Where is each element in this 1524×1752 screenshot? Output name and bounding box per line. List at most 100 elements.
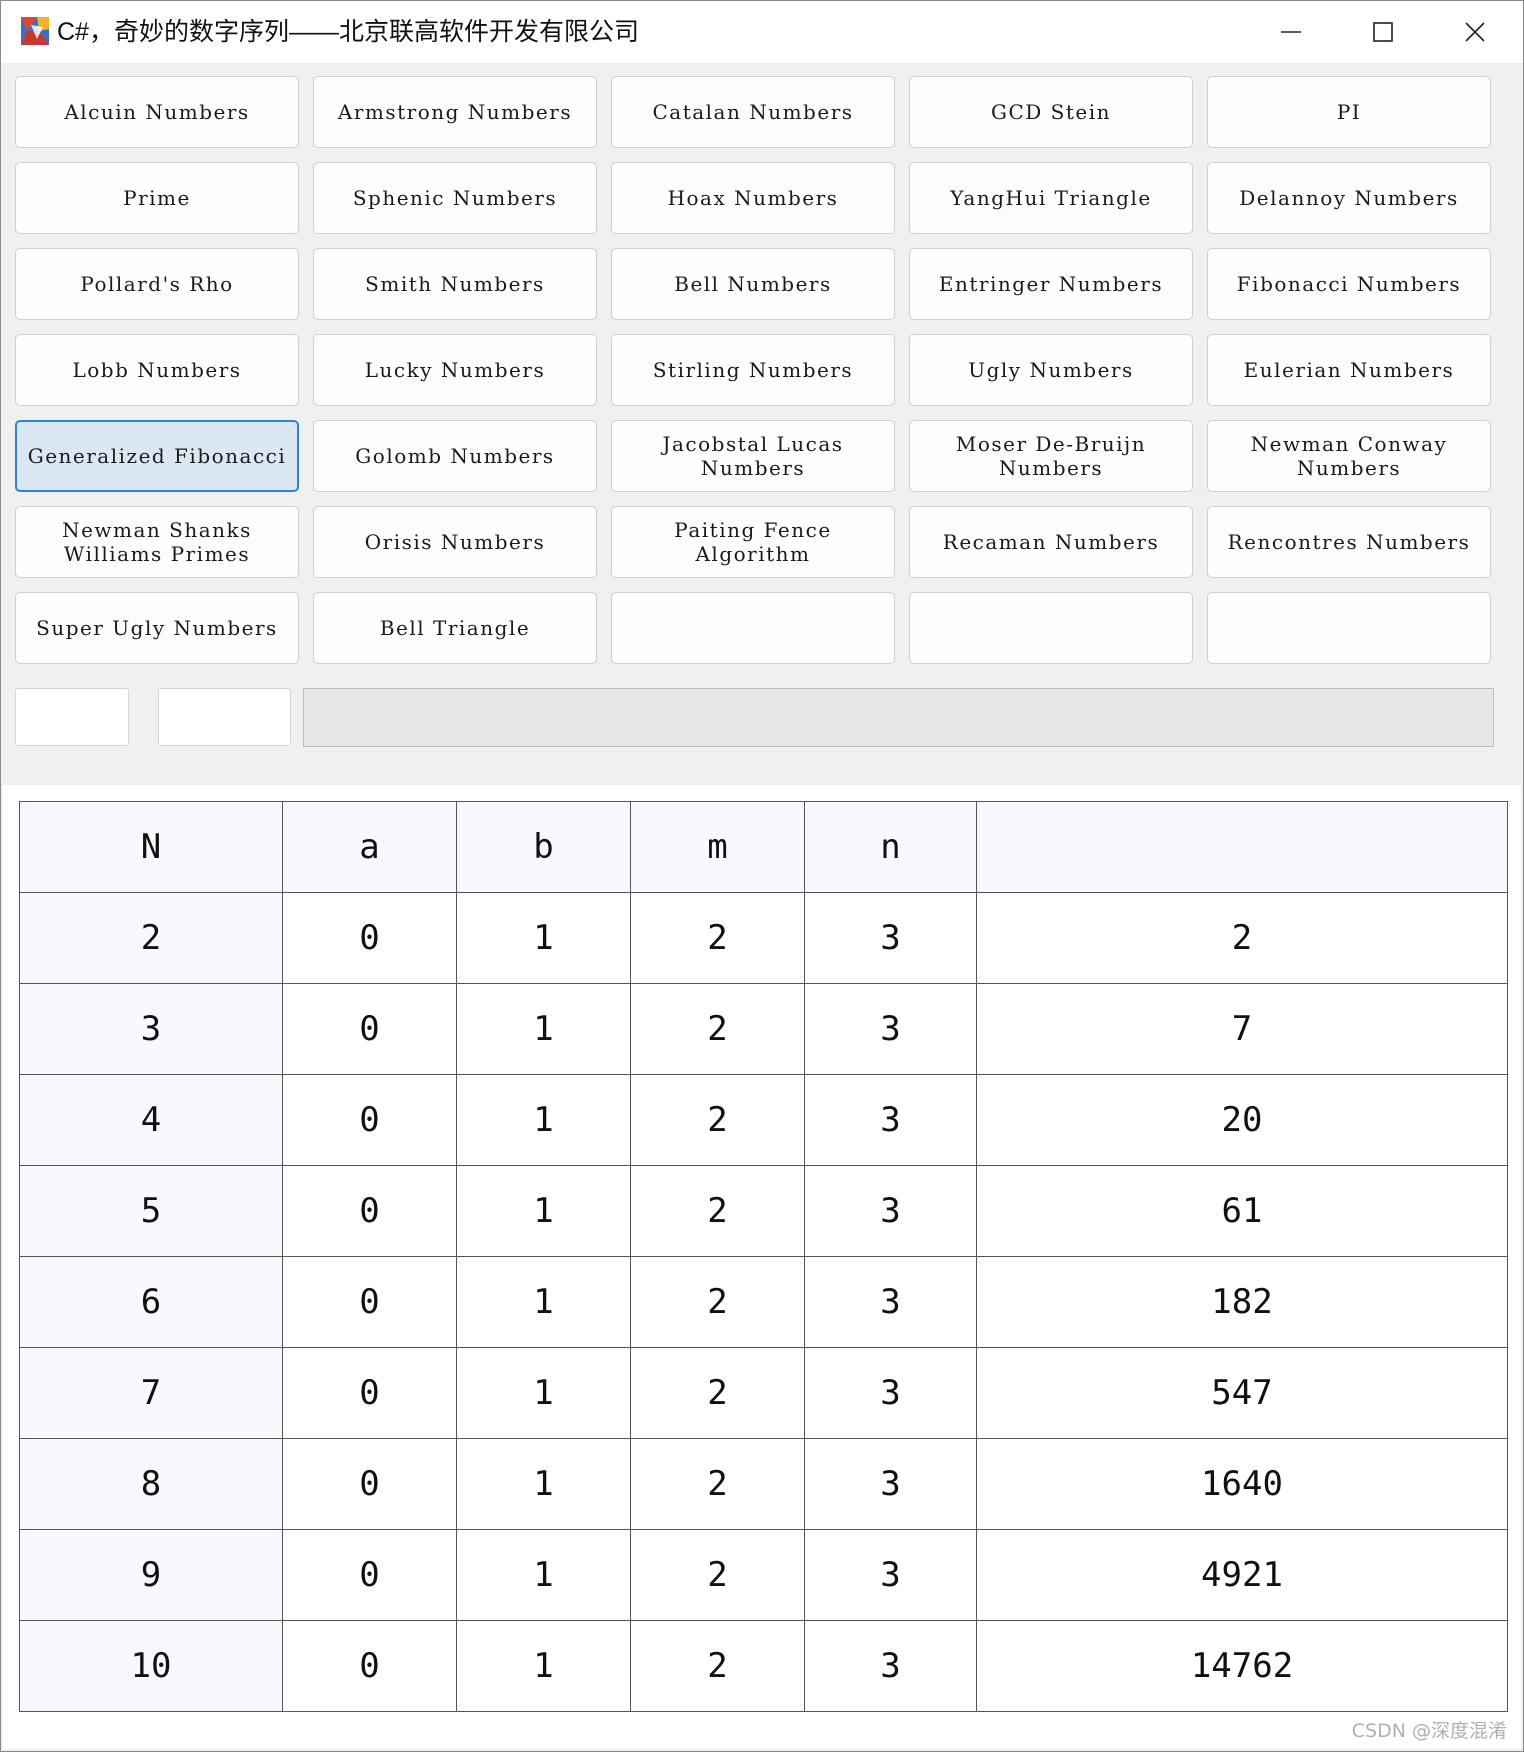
table-cell[interactable]: 3 — [804, 892, 977, 984]
table-cell[interactable]: 4 — [19, 1074, 283, 1166]
newman-shanks-williams-primes-button[interactable]: Newman Shanks Williams Primes — [15, 506, 299, 578]
table-cell[interactable]: 8 — [19, 1438, 283, 1530]
table-row[interactable]: 6 0 1 2 3 182 — [19, 1256, 1508, 1348]
table-cell[interactable]: 0 — [282, 1165, 457, 1257]
table-cell[interactable]: 61 — [976, 1165, 1508, 1257]
table-cell[interactable]: 10 — [19, 1620, 283, 1712]
table-cell[interactable]: 0 — [282, 1074, 457, 1166]
armstrong-numbers-button[interactable]: Armstrong Numbers — [313, 76, 597, 148]
rencontres-numbers-button[interactable]: Rencontres Numbers — [1207, 506, 1491, 578]
newman-conway-numbers-button[interactable]: Newman Conway Numbers — [1207, 420, 1491, 492]
super-ugly-numbers-button[interactable]: Super Ugly Numbers — [15, 592, 299, 664]
table-cell[interactable]: 2 — [630, 1529, 805, 1621]
table-cell[interactable]: 2 — [630, 1620, 805, 1712]
table-cell[interactable]: 2 — [630, 1438, 805, 1530]
painting-fence-algorithm-button[interactable]: Paiting Fence Algorithm — [611, 506, 895, 578]
table-row[interactable]: 201232 — [19, 892, 1508, 984]
yanghui-triangle-button[interactable]: YangHui Triangle — [909, 162, 1193, 234]
prime-button[interactable]: Prime — [15, 162, 299, 234]
table-cell[interactable]: 2 — [976, 892, 1508, 984]
table-cell[interactable]: 3 — [804, 1529, 977, 1621]
table-cell[interactable]: 7 — [976, 983, 1508, 1075]
golomb-numbers-button[interactable]: Golomb Numbers — [313, 420, 597, 492]
table-cell[interactable]: 0 — [282, 983, 457, 1075]
recaman-numbers-button[interactable]: Recaman Numbers — [909, 506, 1193, 578]
bell-numbers-button[interactable]: Bell Numbers — [611, 248, 895, 320]
column-header-b[interactable]: b — [456, 801, 631, 893]
table-cell[interactable]: 2 — [630, 1165, 805, 1257]
table-cell[interactable]: 547 — [976, 1347, 1508, 1439]
smith-numbers-button[interactable]: Smith Numbers — [313, 248, 597, 320]
column-header-n[interactable]: N — [19, 801, 283, 893]
table-cell[interactable]: 2 — [630, 1074, 805, 1166]
title-bar[interactable]: C#，奇妙的数字序列——北京联高软件开发有限公司 — [1, 1, 1523, 63]
pollards-rho-button[interactable]: Pollard's Rho — [15, 248, 299, 320]
ugly-numbers-button[interactable]: Ugly Numbers — [909, 334, 1193, 406]
table-cell[interactable]: 0 — [282, 1620, 457, 1712]
table-cell[interactable]: 3 — [804, 1256, 977, 1348]
table-cell[interactable]: 1 — [456, 1165, 631, 1257]
results-grid[interactable]: N a b m n 2 0 1 2 3 2 3 0 1 2 3 7 4 0 1 2 3 20 5 0 1 2 3 61 6 0 1 2… — [3, 785, 1521, 1749]
lucky-numbers-button[interactable]: Lucky Numbers — [313, 334, 597, 406]
input-box-1[interactable] — [15, 688, 129, 746]
table-cell[interactable]: 0 — [282, 1256, 457, 1348]
table-cell[interactable]: 3 — [804, 1347, 977, 1439]
table-cell[interactable]: 1 — [456, 1438, 631, 1530]
column-header-a[interactable]: a — [282, 801, 457, 893]
table-cell[interactable]: 2 — [630, 1256, 805, 1348]
table-row[interactable]: 10 0 1 2 3 14762 — [19, 1620, 1508, 1712]
close-button[interactable] — [1429, 1, 1521, 63]
table-cell[interactable]: 2 — [630, 983, 805, 1075]
table-row[interactable]: 4 0 1 2 3 20 — [19, 1074, 1508, 1166]
table-cell[interactable]: 3 — [804, 1074, 977, 1166]
table-cell[interactable]: 0 — [282, 892, 457, 984]
generalized-fibonacci-button[interactable]: Generalized Fibonacci — [15, 420, 299, 492]
stirling-numbers-button[interactable]: Stirling Numbers — [611, 334, 895, 406]
table-row[interactable]: 8 0 1 2 3 1640 — [19, 1438, 1508, 1530]
table-cell[interactable]: 20 — [976, 1074, 1508, 1166]
table-cell[interactable]: 0 — [282, 1529, 457, 1621]
lobb-numbers-button[interactable]: Lobb Numbers — [15, 334, 299, 406]
maximize-button[interactable] — [1337, 1, 1429, 63]
fibonacci-numbers-button[interactable]: Fibonacci Numbers — [1207, 248, 1491, 320]
column-header-m[interactable]: m — [630, 801, 805, 893]
table-cell[interactable]: 0 — [282, 1347, 457, 1439]
table-cell[interactable]: 1 — [456, 1620, 631, 1712]
table-cell[interactable]: 3 — [804, 1438, 977, 1530]
table-cell[interactable]: 1 — [456, 983, 631, 1075]
hoax-numbers-button[interactable]: Hoax Numbers — [611, 162, 895, 234]
entringer-numbers-button[interactable]: Entringer Numbers — [909, 248, 1193, 320]
table-cell[interactable]: 3 — [804, 983, 977, 1075]
orisis-numbers-button[interactable]: Orisis Numbers — [313, 506, 597, 578]
column-header-n-param[interactable]: n — [804, 801, 977, 893]
catalan-numbers-button[interactable]: Catalan Numbers — [611, 76, 895, 148]
column-header-value[interactable] — [976, 801, 1508, 893]
sphenic-numbers-button[interactable]: Sphenic Numbers — [313, 162, 597, 234]
table-cell[interactable]: 3 — [19, 983, 283, 1075]
pi-button[interactable]: PI — [1207, 76, 1491, 148]
bell-triangle-button[interactable]: Bell Triangle — [313, 592, 597, 664]
table-cell[interactable]: 182 — [976, 1256, 1508, 1348]
table-row[interactable]: 5 0 1 2 3 61 — [19, 1165, 1508, 1257]
table-cell[interactable]: 3 — [804, 1620, 977, 1712]
table-cell[interactable]: 2 — [630, 1347, 805, 1439]
table-row[interactable]: 301237 — [19, 983, 1508, 1075]
table-cell[interactable]: 9 — [19, 1529, 283, 1621]
table-cell[interactable]: 3 — [804, 1165, 977, 1257]
table-cell[interactable]: 1 — [456, 1074, 631, 1166]
table-cell[interactable]: 4921 — [976, 1529, 1508, 1621]
table-cell[interactable]: 5 — [19, 1165, 283, 1257]
alcuin-numbers-button[interactable]: Alcuin Numbers — [15, 76, 299, 148]
gcd-stein-button[interactable]: GCD Stein — [909, 76, 1193, 148]
table-cell[interactable]: 1 — [456, 1529, 631, 1621]
table-cell[interactable]: 1640 — [976, 1438, 1508, 1530]
minimize-button[interactable] — [1245, 1, 1337, 63]
input-box-2[interactable] — [158, 688, 291, 746]
eulerian-numbers-button[interactable]: Eulerian Numbers — [1207, 334, 1491, 406]
jacobstal-lucas-numbers-button[interactable]: Jacobstal Lucas Numbers — [611, 420, 895, 492]
table-cell[interactable]: 2 — [630, 892, 805, 984]
table-cell[interactable]: 0 — [282, 1438, 457, 1530]
table-cell[interactable]: 1 — [456, 1347, 631, 1439]
empty-button-3[interactable] — [1207, 592, 1491, 664]
table-cell[interactable]: 6 — [19, 1256, 283, 1348]
